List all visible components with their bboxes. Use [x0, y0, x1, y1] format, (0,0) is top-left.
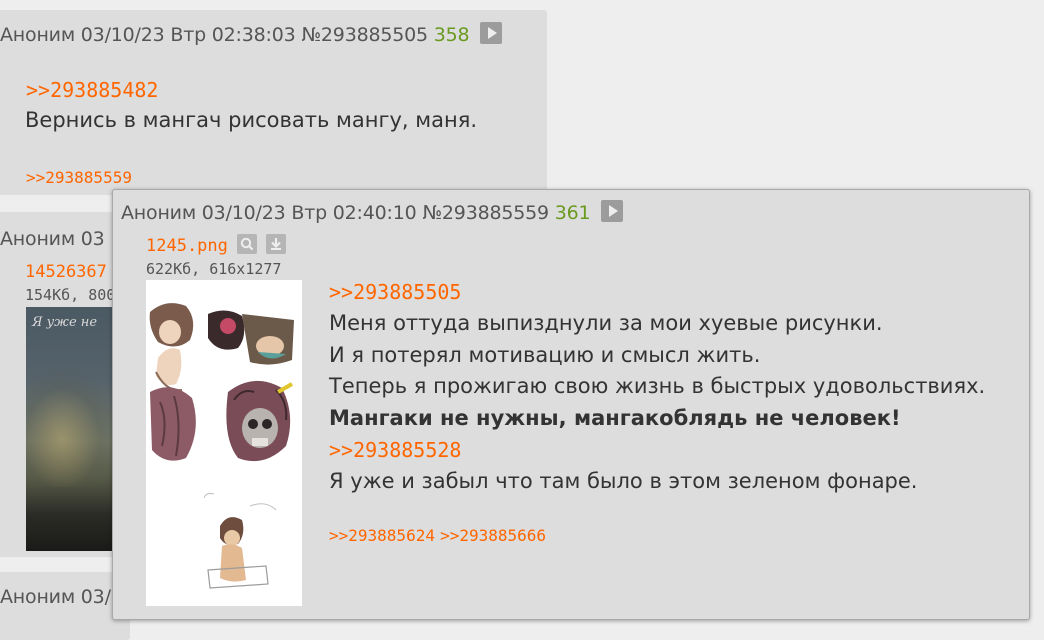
- post-author: Аноним: [0, 24, 75, 46]
- quote-link-293885505[interactable]: >>293885505: [329, 280, 461, 304]
- play-icon[interactable]: [601, 200, 624, 222]
- message-line: Я уже и забыл что там было в этом зелено…: [329, 469, 918, 493]
- quote-link-293885528[interactable]: >>293885528: [329, 438, 461, 462]
- post-message: Вернись в мангач рисовать мангу, маня.: [25, 108, 478, 132]
- post-header: Аноним 03: [0, 228, 105, 250]
- thumbnail-scene: [26, 367, 116, 487]
- post-preview-popup[interactable]: Аноним 03/10/23 Втр 02:40:10 №293885559 …: [112, 189, 1030, 620]
- post-counter: 358: [433, 24, 470, 46]
- message-line-bold: Мангаки не нужны, мангакоблядь не челове…: [329, 406, 901, 430]
- file-name-link[interactable]: 1245.png: [146, 236, 228, 256]
- message-line: И я потерял мотивацию и смысл жить.: [329, 343, 761, 367]
- file-info: 154Кб, 800: [25, 286, 116, 304]
- file-name-link[interactable]: 14526367: [25, 262, 107, 282]
- post-header: Аноним 03/10/23 Втр 02:40:10 №293885559 …: [121, 200, 624, 224]
- post-counter: 361: [554, 202, 591, 224]
- replies-list: >>293885624 >>293885666: [329, 526, 546, 545]
- post-293885505: Аноним 03/10/23 Втр 02:38:03 №293885505 …: [0, 10, 547, 195]
- post-number-link[interactable]: №293885559: [422, 202, 549, 224]
- magnifier-icon[interactable]: [236, 234, 257, 254]
- file-info: 622Кб, 616x1277: [146, 260, 282, 278]
- post-bottom: Аноним 03/: [0, 572, 130, 640]
- post-datetime: 03/10/23 Втр 02:38:03: [80, 24, 296, 46]
- post-datetime: 03: [80, 228, 105, 250]
- thumbnail-caption: Я уже не: [32, 315, 98, 330]
- post-header: Аноним 03/: [0, 586, 111, 608]
- post-thumbnail[interactable]: [146, 280, 302, 606]
- reply-link[interactable]: >>293885624: [329, 526, 435, 545]
- reply-link[interactable]: >>293885666: [440, 526, 546, 545]
- message-line: Теперь я прожигаю свою жизнь в быстрых у…: [329, 374, 986, 398]
- sketch-drawing: [149, 303, 294, 589]
- post-author: Аноним: [121, 202, 196, 224]
- play-icon[interactable]: [480, 22, 503, 44]
- post-author: Аноним: [0, 228, 75, 250]
- post-author: Аноним: [0, 586, 75, 608]
- message-line: Меня оттуда выпизднули за мои хуевые рис…: [329, 311, 883, 335]
- post-middle: Аноним 03 14526367 154Кб, 800 Я уже не: [0, 212, 130, 557]
- download-icon[interactable]: [266, 234, 287, 254]
- post-thumbnail[interactable]: Я уже не: [26, 307, 116, 551]
- quote-link[interactable]: >>293885482: [26, 78, 158, 102]
- reply-link[interactable]: >>293885559: [26, 168, 132, 187]
- post-datetime: 03/10/23 Втр 02:40:10: [201, 202, 417, 224]
- post-datetime: 03/: [80, 586, 111, 608]
- post-header: Аноним 03/10/23 Втр 02:38:03 №293885505 …: [0, 22, 503, 46]
- file-attachment: 1245.png: [146, 234, 287, 256]
- post-number-link[interactable]: №293885505: [301, 24, 428, 46]
